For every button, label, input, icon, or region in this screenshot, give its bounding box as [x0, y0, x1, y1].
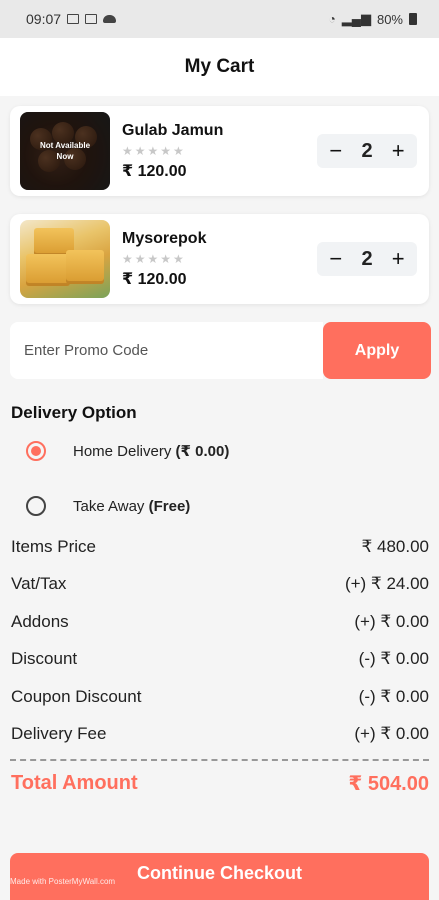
increase-quantity-button[interactable]: +: [386, 138, 410, 164]
summary-value: (+) ₹ 0.00: [354, 724, 429, 744]
option-price: (₹ 0.00): [175, 443, 230, 460]
promo-code-input[interactable]: [10, 322, 323, 379]
signal-icon: ▂▄▆: [341, 11, 371, 26]
radio-unselected-icon[interactable]: [26, 496, 46, 516]
status-time: 09:07: [26, 11, 62, 27]
cart-item: Not Available Now Gulab Jamun ★★★★★ ₹ 12…: [10, 106, 429, 196]
price-summary: Items Price ₹ 480.00 Vat/Tax (+) ₹ 24.00…: [0, 528, 439, 753]
summary-value: (-) ₹ 0.00: [358, 686, 429, 706]
screen-icon: [85, 14, 98, 24]
summary-label: Coupon Discount: [11, 686, 142, 706]
unavailable-overlay: Not Available Now: [20, 112, 110, 190]
summary-value: (-) ₹ 0.00: [358, 649, 429, 669]
page-title: My Cart: [184, 56, 255, 77]
summary-value: ₹ 480.00: [361, 536, 429, 556]
option-name: Take Away: [73, 497, 145, 515]
option-price: (Free): [148, 497, 191, 515]
quantity-stepper: − 2 +: [317, 134, 417, 168]
option-name: Home Delivery: [73, 443, 172, 460]
summary-label: Items Price: [11, 536, 97, 556]
summary-label: Delivery Fee: [11, 724, 107, 744]
mysorepok-image: [20, 220, 110, 298]
summary-row: Vat/Tax (+) ₹ 24.00: [11, 566, 429, 604]
decrease-quantity-button[interactable]: −: [324, 246, 348, 272]
option-label: Home Delivery (₹ 0.00): [73, 442, 229, 460]
cart-item: Mysorepok ★★★★★ ₹ 120.00 − 2 +: [10, 214, 429, 304]
quantity-stepper: − 2 +: [317, 242, 417, 276]
quantity-value: 2: [361, 139, 373, 162]
status-bar: 09:07 ◔ ▂▄▆ 80%: [0, 0, 439, 38]
total-row: Total Amount ₹ 504.00: [0, 761, 439, 805]
delivery-option-takeaway[interactable]: Take Away (Free): [11, 493, 428, 519]
cart-list: Not Available Now Gulab Jamun ★★★★★ ₹ 12…: [0, 106, 439, 304]
quantity-value: 2: [361, 247, 373, 270]
wifi-icon: ◔: [328, 12, 336, 26]
apply-button[interactable]: Apply: [323, 322, 431, 379]
summary-label: Vat/Tax: [11, 574, 67, 594]
gallery-icon: [67, 14, 80, 24]
summary-label: Addons: [11, 611, 69, 631]
decrease-quantity-button[interactable]: −: [324, 138, 348, 164]
delivery-option-home[interactable]: Home Delivery (₹ 0.00): [11, 438, 428, 464]
summary-value: (+) ₹ 0.00: [354, 611, 429, 631]
increase-quantity-button[interactable]: +: [386, 246, 410, 272]
status-left: 09:07: [26, 11, 117, 27]
summary-label: Discount: [11, 649, 78, 669]
promo-section: Apply: [10, 322, 431, 379]
watermark: Made with PosterMyWall.com: [10, 877, 116, 886]
battery-icon: [409, 13, 417, 25]
summary-row: Discount (-) ₹ 0.00: [11, 641, 429, 679]
radio-selected-icon[interactable]: [26, 441, 46, 461]
delivery-title: Delivery Option: [11, 403, 137, 422]
delivery-options: Delivery Option Home Delivery (₹ 0.00) T…: [0, 403, 439, 519]
summary-row: Coupon Discount (-) ₹ 0.00: [11, 678, 429, 716]
total-value: ₹ 504.00: [348, 772, 429, 795]
gulab-jamun-image: Not Available Now: [20, 112, 110, 190]
summary-value: (+) ₹ 24.00: [344, 574, 429, 594]
summary-row: Addons (+) ₹ 0.00: [11, 603, 429, 641]
status-right: ◔ ▂▄▆ 80%: [328, 11, 417, 27]
option-label: Take Away (Free): [73, 498, 190, 515]
total-label: Total Amount: [11, 771, 138, 794]
cloud-icon: [103, 15, 117, 23]
battery-level: 80%: [376, 11, 403, 27]
app-header: My Cart: [0, 38, 439, 96]
summary-row: Delivery Fee (+) ₹ 0.00: [11, 716, 429, 754]
summary-row: Items Price ₹ 480.00: [11, 528, 429, 566]
